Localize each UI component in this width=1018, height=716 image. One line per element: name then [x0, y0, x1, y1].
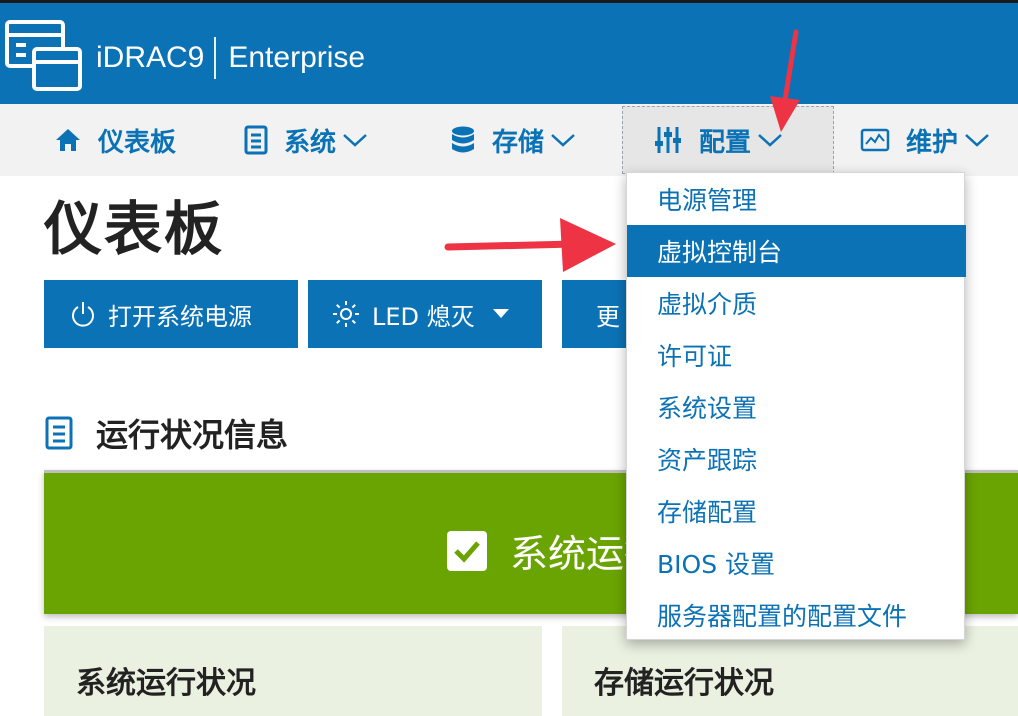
- server-icon: [45, 416, 73, 450]
- brand-title: iDRAC9 Enterprise: [96, 37, 365, 79]
- menu-item-system-settings[interactable]: 系统设置: [627, 381, 966, 433]
- nav-maintenance-label: 维护: [906, 127, 959, 158]
- server-icon: [244, 125, 268, 155]
- led-off-label: LED 熄灭: [372, 302, 475, 331]
- chevron-down-icon: [551, 134, 575, 147]
- home-icon: [56, 129, 80, 151]
- chevron-down-icon: [965, 134, 989, 147]
- nav-system[interactable]: 系统: [244, 104, 368, 176]
- top-header: iDRAC9 Enterprise: [0, 0, 1018, 104]
- idrac-logo-icon: [5, 20, 82, 91]
- database-icon: [452, 126, 474, 153]
- chevron-down-icon: [758, 134, 782, 147]
- menu-item-power-management[interactable]: 电源管理: [627, 173, 966, 225]
- nav-configuration-label: 配置: [699, 127, 752, 158]
- storage-health-title: 存储运行状况: [594, 666, 774, 701]
- nav-maintenance[interactable]: 维护: [860, 104, 990, 176]
- power-icon: [72, 302, 94, 327]
- page-title: 仪表板: [44, 195, 225, 263]
- nav-dashboard-label: 仪表板: [98, 127, 177, 158]
- brand-edition: Enterprise: [228, 41, 366, 74]
- menu-item-storage-configuration[interactable]: 存储配置: [627, 485, 966, 537]
- sun-icon: [333, 301, 359, 327]
- monitor-chart-icon: [860, 128, 890, 152]
- menu-item-virtual-media[interactable]: 虚拟介质: [627, 277, 966, 329]
- menu-item-bios-settings[interactable]: BIOS 设置: [627, 537, 966, 589]
- sliders-icon: [655, 127, 681, 153]
- check-icon: [447, 530, 487, 571]
- health-section-title: 运行状况信息: [96, 416, 289, 454]
- system-health-card: 系统运行状况: [44, 626, 542, 716]
- nav-configuration[interactable]: 配置: [622, 106, 834, 174]
- more-actions-label: 更: [596, 302, 620, 331]
- brand-divider: [214, 37, 217, 79]
- power-on-label: 打开系统电源: [108, 302, 252, 331]
- main-nav: 仪表板 系统 存储 配置 维护: [0, 104, 1018, 176]
- annotation-arrow-right: [444, 218, 616, 272]
- menu-item-virtual-console[interactable]: 虚拟控制台: [627, 225, 966, 277]
- chevron-down-icon: [343, 134, 367, 147]
- power-on-button[interactable]: 打开系统电源: [44, 280, 298, 348]
- led-off-button[interactable]: LED 熄灭: [308, 280, 542, 348]
- health-section-heading: 运行状况信息: [44, 410, 288, 456]
- nav-system-label: 系统: [284, 127, 337, 158]
- nav-dashboard[interactable]: 仪表板: [54, 104, 176, 176]
- configuration-dropdown-menu: 电源管理 虚拟控制台 虚拟介质 许可证 系统设置 资产跟踪 存储配置 BIOS …: [626, 172, 966, 641]
- system-health-title: 系统运行状况: [76, 666, 256, 701]
- menu-item-licenses[interactable]: 许可证: [627, 329, 966, 381]
- nav-storage[interactable]: 存储: [450, 104, 576, 176]
- nav-storage-label: 存储: [492, 127, 545, 158]
- caret-down-icon: [492, 309, 509, 318]
- menu-item-asset-tracking[interactable]: 资产跟踪: [627, 433, 966, 485]
- menu-item-server-configuration-profile[interactable]: 服务器配置的配置文件: [627, 589, 966, 641]
- brand-name: iDRAC9: [96, 41, 205, 74]
- more-actions-button[interactable]: 更: [562, 280, 632, 348]
